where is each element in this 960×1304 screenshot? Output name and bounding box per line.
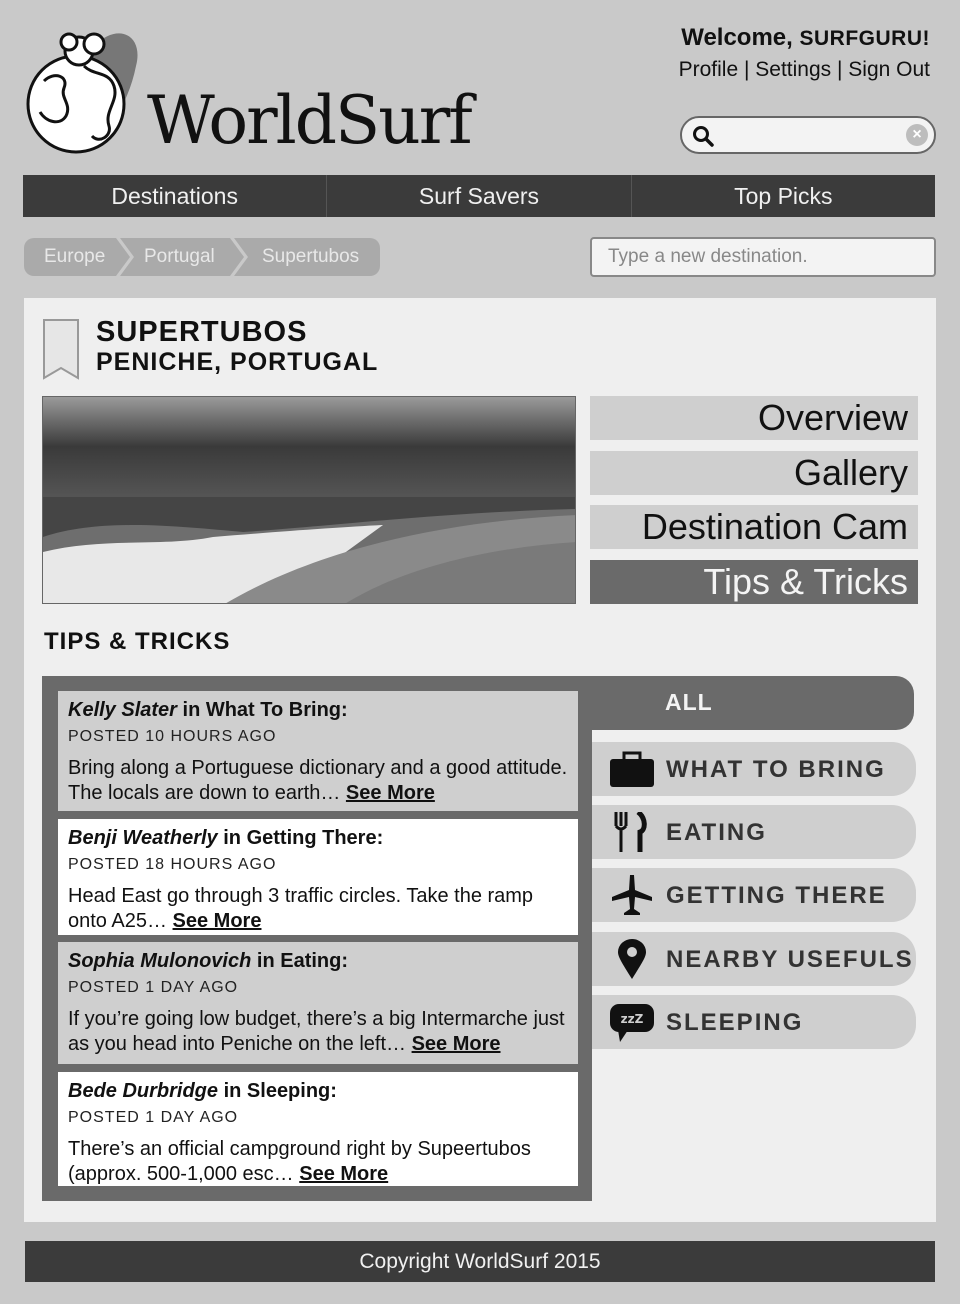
tip-author[interactable]: Bede Durbridge — [68, 1080, 218, 1102]
see-more-link[interactable]: See More — [299, 1163, 388, 1185]
main-nav: Destinations Surf Savers Top Picks — [23, 175, 935, 217]
tip-author[interactable]: Kelly Slater — [68, 699, 177, 721]
tip-author[interactable]: Benji Weatherly — [68, 827, 218, 849]
nav-surf-savers[interactable]: Surf Savers — [327, 175, 632, 217]
breadcrumb-arrow — [116, 238, 130, 276]
sleep-bubble-icon: zzZ — [610, 1004, 654, 1042]
username: SURFGURU! — [799, 27, 930, 50]
map-pin-icon — [618, 939, 646, 979]
tip-body: There’s an official campground right by … — [68, 1137, 568, 1187]
breadcrumb-label: Supertubos — [262, 246, 360, 267]
account-links: Profile | Settings | Sign Out — [678, 58, 930, 81]
breadcrumb-portugal[interactable]: Portugal — [120, 238, 244, 276]
category-sleeping[interactable]: zzZ SLEEPING — [592, 995, 916, 1049]
bookmark-icon[interactable] — [42, 318, 80, 380]
beach-photo-image — [43, 397, 575, 603]
fork-knife-icon — [614, 812, 647, 852]
category-label: SLEEPING — [666, 1009, 804, 1036]
clear-search-icon[interactable]: × — [906, 124, 928, 146]
sleep-icon-text: zzZ — [621, 1012, 644, 1026]
tip-card[interactable]: Sophia Mulonovich in Eating: POSTED 1 DA… — [58, 942, 578, 1064]
breadcrumb-label: Portugal — [144, 246, 215, 267]
see-more-link[interactable]: See More — [346, 782, 435, 804]
see-more-link[interactable]: See More — [412, 1033, 501, 1055]
search-icon[interactable] — [692, 125, 714, 147]
tip-body: Head East go through 3 traffic circles. … — [68, 884, 568, 934]
tips-list: Kelly Slater in What To Bring: POSTED 10… — [42, 676, 592, 1201]
tip-body: If you’re going low budget, there’s a bi… — [68, 1007, 568, 1057]
sign-out-link[interactable]: Sign Out — [848, 58, 930, 81]
breadcrumb-europe[interactable]: Europe — [24, 238, 130, 276]
breadcrumb-label: Europe — [44, 246, 106, 267]
category-eating[interactable]: EATING — [592, 805, 916, 859]
tip-card[interactable]: Bede Durbridge in Sleeping: POSTED 1 DAY… — [58, 1072, 578, 1186]
tip-timestamp: POSTED 18 HOURS AGO — [68, 856, 277, 873]
breadcrumb-arrow — [230, 238, 244, 276]
globe-logo-icon — [26, 32, 138, 154]
tip-header: Bede Durbridge in Sleeping: — [68, 1080, 568, 1103]
breadcrumb: Europe Portugal Supertubos — [24, 238, 384, 276]
settings-link[interactable]: Settings — [755, 58, 831, 81]
breadcrumb-supertubos[interactable]: Supertubos — [234, 238, 380, 276]
tip-header: Sophia Mulonovich in Eating: — [68, 950, 568, 973]
tip-body: Bring along a Portuguese dictionary and … — [68, 756, 568, 806]
footer: Copyright WorldSurf 2015 — [25, 1241, 935, 1282]
nav-destinations[interactable]: Destinations — [23, 175, 328, 217]
spot-location: PENICHE, PORTUGAL — [96, 348, 379, 376]
airplane-icon — [612, 875, 652, 915]
tip-text: Bring along a Portuguese dictionary and … — [68, 757, 568, 804]
tip-category: in Sleeping: — [218, 1080, 337, 1102]
destination-input[interactable] — [590, 237, 936, 277]
tip-card[interactable]: Benji Weatherly in Getting There: POSTED… — [58, 819, 578, 935]
category-what-to-bring[interactable]: WHAT TO BRING — [592, 742, 916, 796]
category-nearby-usefuls[interactable]: NEARBY USEFULS — [592, 932, 916, 986]
briefcase-icon — [610, 751, 654, 787]
search-input[interactable] — [720, 122, 900, 148]
tip-category: in Getting There: — [217, 827, 384, 849]
tip-category: in What To Bring: — [176, 699, 348, 721]
category-label: GETTING THERE — [666, 882, 887, 909]
menu-tips-tricks[interactable]: Tips & Tricks — [590, 560, 918, 604]
category-label: EATING — [666, 819, 767, 846]
welcome-prefix: Welcome, — [681, 24, 793, 51]
menu-destination-cam[interactable]: Destination Cam — [590, 505, 918, 549]
menu-overview[interactable]: Overview — [590, 396, 918, 440]
tip-timestamp: POSTED 1 DAY AGO — [68, 979, 239, 996]
tip-text: Head East go through 3 traffic circles. … — [68, 885, 534, 932]
tip-card[interactable]: Kelly Slater in What To Bring: POSTED 10… — [58, 691, 578, 811]
see-more-link[interactable]: See More — [173, 910, 262, 932]
welcome-panel: Welcome, SURFGURU! Profile | Settings | … — [679, 24, 930, 82]
spot-name: SUPERTUBOS — [96, 316, 308, 348]
category-getting-there[interactable]: GETTING THERE — [592, 868, 916, 922]
tip-timestamp: POSTED 1 DAY AGO — [68, 1109, 239, 1126]
brand-name: WorldSurf — [147, 82, 473, 159]
tip-header: Kelly Slater in What To Bring: — [68, 699, 568, 722]
section-title: TIPS & TRICKS — [44, 628, 231, 655]
profile-link[interactable]: Profile — [679, 58, 739, 81]
destination-panel: SUPERTUBOS PENICHE, PORTUGAL Overview Ga… — [24, 298, 936, 1222]
tip-header: Benji Weatherly in Getting There: — [68, 827, 568, 850]
tip-category: in Eating: — [251, 950, 349, 972]
category-all[interactable]: ALL — [592, 676, 914, 730]
tip-timestamp: POSTED 10 HOURS AGO — [68, 728, 277, 745]
welcome-text: Welcome, SURFGURU! — [679, 24, 930, 52]
search-box: × — [680, 116, 936, 154]
nav-top-picks[interactable]: Top Picks — [632, 175, 935, 217]
category-label: NEARBY USEFULS — [666, 946, 914, 973]
menu-gallery[interactable]: Gallery — [590, 451, 918, 495]
destination-photo — [42, 396, 576, 604]
tip-author[interactable]: Sophia Mulonovich — [68, 950, 251, 972]
category-label: WHAT TO BRING — [666, 756, 886, 783]
logo[interactable]: WorldSurf — [24, 26, 473, 158]
